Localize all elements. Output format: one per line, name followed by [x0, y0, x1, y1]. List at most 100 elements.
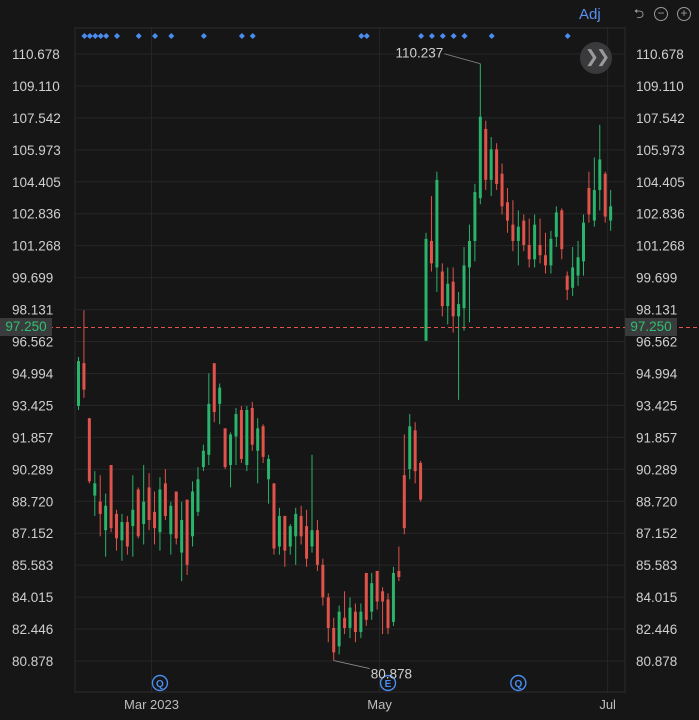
- candle[interactable]: [565, 271, 569, 301]
- candle[interactable]: [467, 224, 471, 323]
- candle[interactable]: [234, 407, 238, 466]
- candle[interactable]: [473, 183, 477, 262]
- candle[interactable]: [223, 428, 227, 470]
- event-dot[interactable]: [249, 33, 256, 39]
- candle[interactable]: [332, 617, 336, 661]
- event-dot[interactable]: [200, 33, 207, 39]
- candle[interactable]: [153, 491, 157, 545]
- q-badge-icon[interactable]: Q: [510, 674, 527, 692]
- event-dot[interactable]: [86, 33, 93, 39]
- candle[interactable]: [516, 210, 520, 266]
- candle[interactable]: [429, 196, 433, 272]
- candle[interactable]: [82, 310, 86, 398]
- candle[interactable]: [576, 240, 580, 286]
- candle[interactable]: [527, 218, 531, 268]
- candle[interactable]: [104, 493, 108, 557]
- candle[interactable]: [549, 230, 553, 274]
- candle[interactable]: [239, 405, 243, 463]
- candle[interactable]: [115, 509, 119, 551]
- candle[interactable]: [288, 524, 292, 555]
- candle[interactable]: [109, 465, 113, 533]
- candle[interactable]: [581, 214, 585, 276]
- candle[interactable]: [348, 597, 352, 639]
- fast-forward-icon[interactable]: ❯❯: [580, 42, 612, 74]
- event-dot[interactable]: [564, 33, 571, 39]
- candle[interactable]: [609, 190, 613, 231]
- candle[interactable]: [484, 120, 488, 191]
- candle[interactable]: [462, 247, 466, 331]
- zoom-out-icon[interactable]: −: [654, 7, 668, 21]
- candle[interactable]: [120, 513, 124, 561]
- candle[interactable]: [359, 603, 363, 639]
- candle[interactable]: [93, 471, 97, 516]
- event-dot[interactable]: [168, 33, 175, 39]
- candle[interactable]: [305, 509, 309, 567]
- event-dot[interactable]: [439, 33, 446, 39]
- candle[interactable]: [218, 383, 222, 425]
- candle[interactable]: [131, 475, 135, 557]
- candle[interactable]: [440, 263, 444, 317]
- candle[interactable]: [256, 418, 260, 484]
- candle[interactable]: [446, 267, 450, 325]
- event-dot[interactable]: [461, 33, 468, 39]
- candle[interactable]: [587, 171, 591, 223]
- candle[interactable]: [321, 558, 325, 606]
- event-dot[interactable]: [238, 33, 245, 39]
- event-dot[interactable]: [103, 33, 110, 39]
- candle[interactable]: [250, 401, 254, 451]
- event-dot[interactable]: [488, 33, 495, 39]
- candle[interactable]: [419, 460, 423, 502]
- event-dot[interactable]: [97, 33, 104, 39]
- adjust-toggle-button[interactable]: Adj: [579, 6, 601, 23]
- event-dot[interactable]: [363, 33, 370, 39]
- candle[interactable]: [402, 434, 406, 535]
- candle[interactable]: [554, 206, 558, 248]
- candle[interactable]: [98, 475, 102, 537]
- event-dot[interactable]: [428, 33, 435, 39]
- candle[interactable]: [381, 587, 385, 635]
- candle[interactable]: [495, 143, 499, 191]
- candle[interactable]: [343, 591, 347, 635]
- candle[interactable]: [245, 405, 249, 472]
- candle[interactable]: [163, 469, 167, 521]
- event-dot[interactable]: [152, 33, 159, 39]
- candle[interactable]: [87, 418, 91, 484]
- event-dot[interactable]: [358, 33, 365, 39]
- candle[interactable]: [294, 507, 298, 565]
- candle[interactable]: [375, 570, 379, 610]
- zoom-in-icon[interactable]: +: [677, 7, 691, 21]
- candle[interactable]: [142, 465, 146, 545]
- candle[interactable]: [511, 200, 515, 252]
- candle[interactable]: [185, 499, 189, 576]
- event-dot[interactable]: [114, 33, 121, 39]
- candle[interactable]: [77, 357, 80, 411]
- candle[interactable]: [397, 546, 401, 582]
- candle[interactable]: [489, 137, 493, 197]
- candle[interactable]: [560, 208, 564, 260]
- event-dot[interactable]: [92, 33, 99, 39]
- candle[interactable]: [424, 232, 428, 341]
- candle[interactable]: [538, 218, 542, 264]
- candle[interactable]: [364, 572, 368, 626]
- event-dot[interactable]: [418, 33, 425, 39]
- candle[interactable]: [413, 422, 417, 484]
- candle[interactable]: [267, 454, 271, 504]
- candle[interactable]: [391, 566, 395, 626]
- candle[interactable]: [261, 424, 265, 463]
- candle[interactable]: [370, 572, 374, 620]
- candle[interactable]: [505, 187, 509, 233]
- candle[interactable]: [299, 505, 303, 545]
- candle[interactable]: [326, 593, 330, 643]
- candle[interactable]: [435, 171, 439, 292]
- candle[interactable]: [603, 171, 607, 223]
- candle[interactable]: [212, 363, 216, 423]
- candle[interactable]: [207, 373, 211, 466]
- candle[interactable]: [457, 291, 461, 400]
- candle[interactable]: [500, 163, 504, 215]
- candle[interactable]: [598, 124, 602, 211]
- candle[interactable]: [315, 520, 319, 571]
- candle[interactable]: [283, 515, 287, 567]
- candle[interactable]: [180, 501, 184, 582]
- candle[interactable]: [136, 487, 140, 539]
- candle[interactable]: [174, 491, 178, 545]
